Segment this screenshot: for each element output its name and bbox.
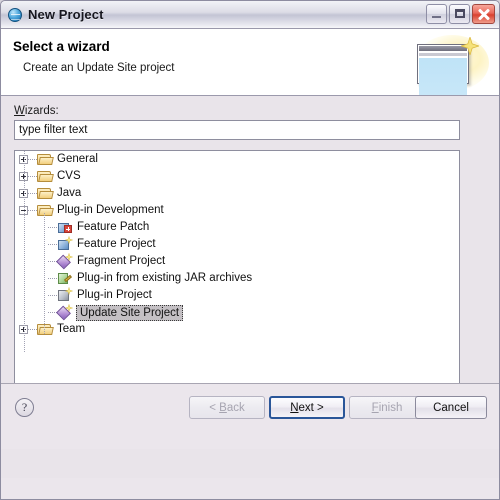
back-button-label: < Back [209,401,245,414]
cancel-button-label: Cancel [433,401,469,414]
page-subtitle: Create an Update Site project [23,62,175,74]
close-button[interactable] [472,4,495,24]
tree-item[interactable]: Fragment Project [15,253,459,270]
tree-item[interactable]: Feature Project [15,236,459,253]
new-project-dialog: New Project Select a wizard Create an Up… [0,0,500,500]
dialog-footer: ? < Back Next > Finish Cancel [1,384,499,449]
tree-item[interactable]: Plug-in Project [15,287,459,304]
tree-guide-line [24,151,25,352]
window-controls [426,4,495,24]
update-site-icon [56,304,73,321]
minimize-button[interactable] [426,4,447,24]
tree-item[interactable]: Plug-in from existing JAR archives [15,270,459,287]
plugin-project-icon [57,287,73,303]
tree-guide-line [44,213,45,335]
window-title: New Project [28,7,104,22]
cancel-button[interactable]: Cancel [415,396,487,419]
maximize-button[interactable] [449,4,470,24]
back-button[interactable]: < Back [189,396,265,419]
finish-button-label: Finish [371,401,403,414]
page-title: Select a wizard [13,39,110,54]
tree-item-label: CVS [57,170,81,182]
fragment-project-icon [56,253,73,270]
folder-icon [37,204,54,217]
tree-item-label: Team [57,323,86,335]
tree-item-label: Java [57,187,82,199]
tree-item[interactable]: Team [15,321,459,338]
folder-icon [37,323,54,336]
tree-item-label: Plug-in from existing JAR archives [77,272,253,284]
sparkle-icon [461,37,479,55]
tree-item-label: Feature Patch [77,221,150,233]
finish-button[interactable]: Finish [349,396,425,419]
tree-item[interactable]: Java [15,185,459,202]
tree-item-label: General [57,153,98,165]
filter-input[interactable] [14,120,460,140]
folder-icon [37,187,54,200]
folder-icon [37,170,54,183]
next-button-label: Next > [290,401,324,414]
tree-item-label: Update Site Project [76,304,184,321]
tree-item-label: Plug-in Project [77,289,152,301]
wizard-header: Select a wizard Create an Update Site pr… [1,29,499,96]
tree-item-label: Fragment Project [77,255,166,267]
feature-patch-icon [57,220,73,235]
feature-project-icon [57,236,73,252]
wizard-banner-icon [407,33,491,95]
wizards-label: Wizards: [14,105,59,117]
globe-icon [7,7,23,23]
help-button[interactable]: ? [15,398,34,417]
tree-item[interactable]: Plug-in Development [15,202,459,219]
tree-item-label: Feature Project [77,238,156,250]
tree-item-label: Plug-in Development [57,204,164,216]
tree-item[interactable]: Update Site Project [15,304,459,321]
wizard-tree[interactable]: General CVS Java Plug-in Development Feature… [14,150,460,390]
tree-item[interactable]: Feature Patch [15,219,459,236]
next-button[interactable]: Next > [269,396,345,419]
tree-item[interactable]: CVS [15,168,459,185]
jar-plugin-icon [57,271,73,286]
folder-icon [37,153,54,166]
title-bar: New Project [1,1,499,29]
tree-item[interactable]: General [15,151,459,168]
